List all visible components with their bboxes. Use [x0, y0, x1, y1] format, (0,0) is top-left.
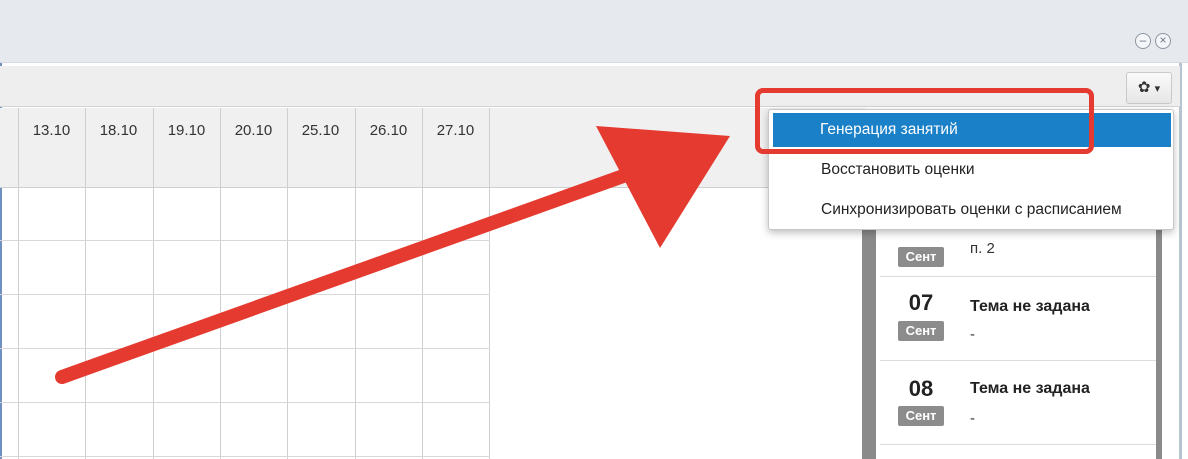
- column-header-date[interactable]: 26.10: [355, 108, 422, 153]
- menu-item-sync-grades[interactable]: Синхронизировать оценки с расписанием: [773, 193, 1171, 227]
- lesson-day: 08: [908, 376, 934, 401]
- lesson-separator: [880, 360, 1156, 361]
- column-header-date[interactable]: 25.10: [287, 108, 354, 153]
- window-titlebar: [0, 0, 1188, 63]
- column-header-date[interactable]: 19.10: [153, 108, 220, 153]
- lesson-subtitle: п. 2: [970, 240, 995, 257]
- gear-icon: ✿: [1137, 79, 1151, 96]
- chevron-down-icon: ▾: [1154, 83, 1161, 95]
- column-header-date[interactable]: 13.10: [18, 108, 85, 153]
- month-badge: Сент: [898, 247, 944, 267]
- column-header-date[interactable]: 18.10: [85, 108, 152, 153]
- month-badge: Сент: [898, 321, 944, 341]
- lesson-day: 07: [908, 290, 934, 315]
- lesson-title[interactable]: Тема не задана: [970, 298, 1090, 316]
- highlight-box: [755, 88, 1094, 154]
- close-icon[interactable]: ×: [1155, 33, 1171, 49]
- lesson-subtitle: -: [970, 410, 975, 427]
- lesson-separator: [880, 276, 1156, 277]
- lesson-separator: [880, 444, 1156, 445]
- menu-item-restore-grades[interactable]: Восстановить оценки: [773, 153, 1171, 187]
- minimize-icon[interactable]: –: [1135, 33, 1151, 49]
- settings-dropdown-button[interactable]: ✿ ▾: [1126, 72, 1172, 104]
- column-header-date[interactable]: 27.10: [422, 108, 489, 153]
- lesson-subtitle: -: [970, 326, 975, 343]
- column-header-date[interactable]: 20.10: [220, 108, 287, 153]
- month-badge: Сент: [898, 406, 944, 426]
- lesson-title[interactable]: Тема не задана: [970, 380, 1090, 398]
